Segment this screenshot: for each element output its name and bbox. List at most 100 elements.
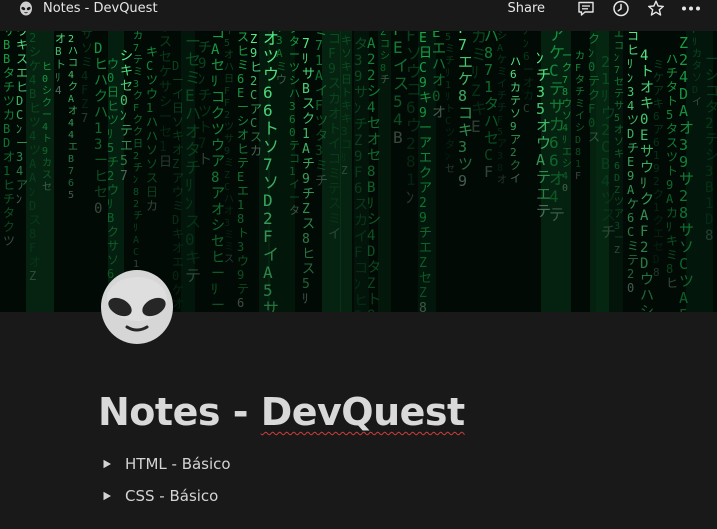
matrix-glyph: F — [315, 99, 323, 114]
matrix-glyph: E — [627, 155, 634, 169]
matrix-glyph: セ — [211, 58, 225, 74]
matrix-glyph: 9 — [302, 172, 310, 187]
matrix-glyph: ミ — [497, 67, 507, 78]
matrix-glyph: ト — [367, 292, 381, 308]
matrix-glyph: 2 — [640, 240, 648, 256]
matrix-glyph: ク — [302, 112, 315, 127]
matrix-glyph: ス — [146, 171, 158, 185]
matrix-glyph: ﾝ — [120, 109, 127, 124]
triangle-right-icon[interactable] — [102, 459, 112, 469]
matrix-glyph: A — [68, 94, 74, 105]
matrix-glyph: テ — [237, 282, 249, 296]
matrix-glyph: D — [16, 94, 23, 108]
matrix-glyph: Z — [614, 245, 620, 256]
matrix-glyph: ソ — [146, 143, 158, 157]
matrix-glyph: サ — [679, 170, 694, 188]
matrix-glyph: ケ — [653, 71, 664, 84]
matrix-glyph: シ — [289, 74, 300, 87]
matrix-glyph: 6 — [614, 161, 620, 172]
toggle-label: HTML - Básico — [125, 455, 231, 473]
matrix-glyph: ク — [3, 220, 15, 234]
matrix-glyph: カ — [42, 157, 52, 169]
matrix-glyph: ミ — [81, 55, 93, 69]
matrix-glyph: 0 — [185, 230, 195, 249]
matrix-glyph: コ — [614, 41, 624, 52]
matrix-glyph: ク — [588, 88, 600, 102]
matrix-glyph: C — [601, 138, 610, 156]
matrix-glyph: ﾘ — [445, 68, 450, 79]
matrix-glyph: 2 — [68, 34, 74, 45]
matrix-glyph: ﾘ — [666, 220, 672, 234]
matrix-glyph: ハ — [432, 57, 446, 73]
matrix-glyph: オ — [432, 73, 446, 89]
matrix-glyph: ミ — [445, 44, 455, 55]
matrix-glyph: B — [3, 38, 10, 52]
star-icon[interactable] — [646, 0, 666, 17]
breadcrumb[interactable]: Notes - DevQuest — [18, 0, 158, 17]
matrix-glyph: ト — [198, 120, 212, 136]
triangle-right-icon[interactable] — [102, 491, 112, 501]
matrix-glyph: 9 — [250, 46, 257, 60]
matrix-glyph: カ — [250, 144, 262, 158]
matrix-glyph: タ — [289, 204, 300, 217]
matrix-glyph: ア — [510, 133, 521, 146]
matrix-glyph: 6 — [237, 72, 244, 86]
matrix-glyph: サ — [107, 239, 119, 253]
matrix-glyph: F — [81, 83, 88, 97]
matrix-glyph: シ — [562, 159, 572, 170]
matrix-glyph: ミ — [224, 158, 234, 169]
matrix-glyph: 8 — [562, 87, 568, 98]
matrix-glyph: 6 — [263, 101, 273, 120]
more-icon[interactable] — [681, 0, 701, 17]
share-button[interactable]: Share — [507, 0, 545, 17]
matrix-glyph: ト — [640, 64, 654, 80]
comment-icon[interactable] — [576, 0, 596, 17]
matrix-glyph: エ — [172, 255, 184, 269]
matrix-glyph: テ — [705, 132, 717, 148]
matrix-glyph: ハ — [666, 52, 678, 66]
matrix-glyph: ウ — [211, 138, 225, 154]
matrix-glyph: テ — [627, 253, 639, 267]
matrix-glyph: ﾝ — [29, 185, 35, 199]
matrix-glyph: ヒ — [94, 169, 108, 185]
matrix-glyph: D — [627, 127, 634, 141]
matrix-glyph: F — [575, 63, 581, 74]
matrix-glyph: カ — [510, 81, 521, 94]
matrix-glyph: A — [536, 151, 545, 169]
matrix-glyph: 9 — [328, 62, 336, 77]
toggle-html-basico[interactable]: HTML - Básico — [102, 448, 231, 480]
matrix-glyph: ケ — [159, 65, 172, 80]
matrix-glyph: チ — [302, 157, 315, 172]
matrix-glyph: ツ — [627, 113, 639, 127]
matrix-glyph: ク — [640, 192, 654, 208]
matrix-glyph: エ — [16, 66, 28, 80]
clock-icon[interactable] — [611, 0, 631, 17]
matrix-glyph: ソ — [263, 173, 279, 192]
matrix-glyph: オ — [55, 32, 66, 45]
matrix-glyph: ア — [250, 102, 262, 116]
matrix-glyph: ト — [237, 226, 249, 240]
matrix-glyph: 7 — [133, 43, 139, 54]
matrix-glyph: ﾘ — [133, 223, 138, 234]
matrix-glyph: キ — [341, 34, 352, 47]
matrix-glyph: 8 — [406, 152, 416, 171]
matrix-glyph: ー — [523, 63, 534, 76]
matrix-glyph: テ — [510, 94, 521, 107]
matrix-glyph: タ — [575, 74, 585, 86]
matrix-glyph: ー — [562, 51, 572, 62]
toggle-css-basico[interactable]: CSS - Básico — [102, 480, 231, 512]
matrix-glyph: 9 — [419, 106, 427, 121]
alien-icon[interactable] — [98, 269, 176, 349]
matrix-glyph: 2 — [133, 151, 139, 162]
matrix-glyph: ク — [653, 214, 664, 227]
matrix-glyph: ミ — [276, 60, 287, 73]
matrix-glyph: 3 — [237, 240, 244, 254]
matrix-glyph: 2 — [705, 116, 713, 132]
matrix-glyph: Z — [679, 34, 688, 52]
matrix-glyph: サ — [614, 100, 624, 112]
matrix-glyph: D — [640, 256, 648, 272]
matrix-glyph: D — [94, 41, 102, 57]
page-title[interactable]: Notes - DevQuest — [98, 388, 465, 436]
matrix-glyph: ﾝ — [16, 192, 22, 206]
matrix-glyph: ー — [211, 298, 225, 312]
